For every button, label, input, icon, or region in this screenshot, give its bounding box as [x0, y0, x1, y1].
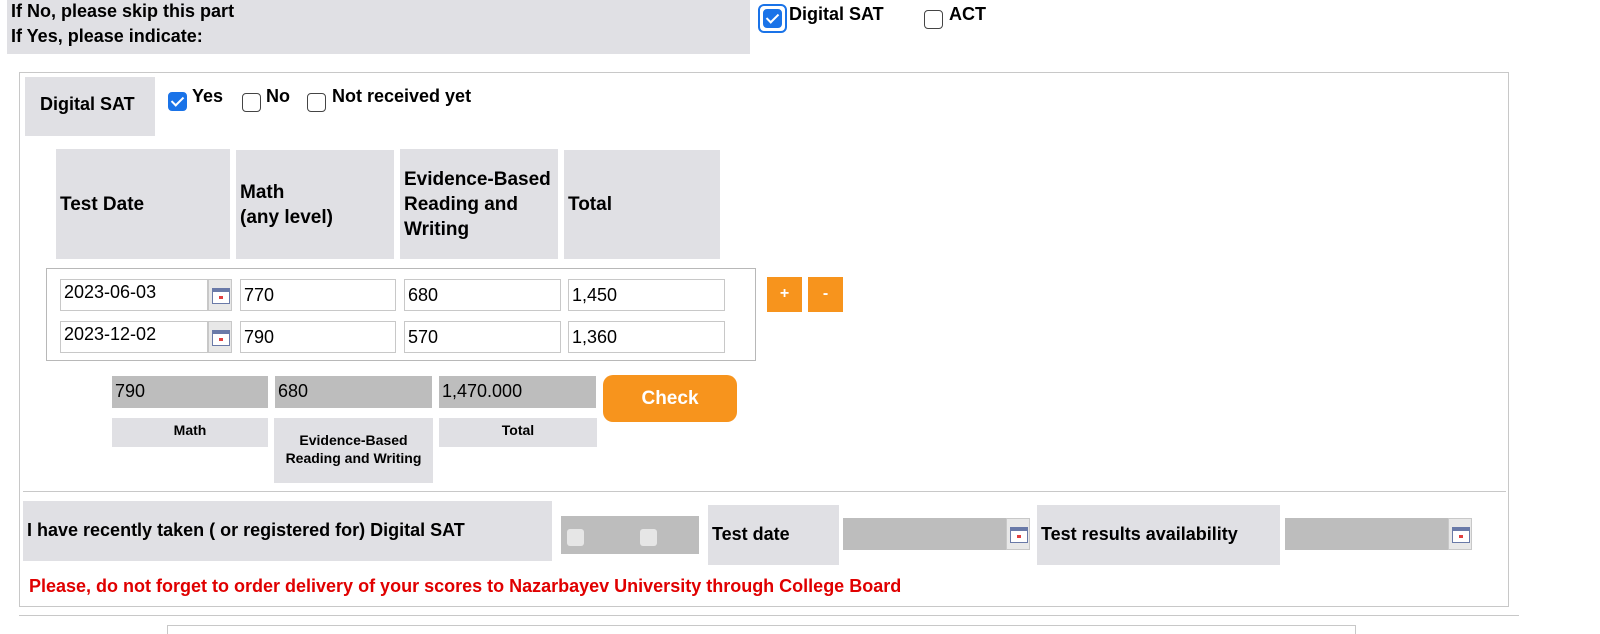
- test-date-label-box: Test date: [708, 505, 839, 565]
- row1-test-date-input[interactable]: 2023-06-03: [60, 279, 208, 311]
- test-type-act-label: ACT: [949, 4, 986, 24]
- received-not-yet-checkbox[interactable]: [307, 93, 326, 112]
- add-row-button[interactable]: +: [767, 277, 802, 312]
- recent-yes-checkbox[interactable]: [567, 529, 584, 546]
- received-yes-checkbox[interactable]: [168, 92, 187, 111]
- row1-calendar-icon[interactable]: [208, 279, 232, 311]
- col-header-ebrw: Evidence-Based Reading and Writing: [400, 149, 558, 259]
- test-type-digital-sat-label: Digital SAT: [789, 4, 884, 24]
- col-header-test-date-text: Test Date: [60, 193, 145, 215]
- availability-label-box: Test results availability: [1037, 505, 1280, 565]
- sat-section-label-box: Digital SAT: [25, 77, 155, 136]
- row2-math-input[interactable]: 790: [240, 321, 396, 353]
- row2-ebrw-input[interactable]: 570: [404, 321, 561, 353]
- col-header-test-date: Test Date: [56, 149, 230, 259]
- panel-divider: [23, 491, 1506, 492]
- test-type-act-checkbox[interactable]: [924, 10, 943, 29]
- recent-label: I have recently taken ( or registered fo…: [27, 520, 465, 540]
- test-date-label: Test date: [712, 524, 790, 544]
- test-type-digital-sat-checkbox[interactable]: [763, 9, 782, 28]
- availability-input[interactable]: [1285, 518, 1448, 550]
- row1-math-input[interactable]: 770: [240, 279, 396, 311]
- received-not-yet-label: Not received yet: [332, 86, 472, 106]
- superscore-math: 790: [112, 376, 268, 408]
- col-header-ebrw-text: Evidence-Based Reading and Writing: [404, 168, 551, 240]
- row2-total-input[interactable]: 1,360: [568, 321, 725, 353]
- col-header-total-text: Total: [568, 194, 612, 215]
- check-button[interactable]: Check: [603, 375, 737, 422]
- availability-label: Test results availability: [1041, 524, 1238, 544]
- recent-label-box: I have recently taken ( or registered fo…: [23, 501, 552, 561]
- test-date-calendar-icon[interactable]: [1006, 518, 1030, 550]
- row2-test-date-input[interactable]: 2023-12-02: [60, 321, 208, 353]
- col-header-total: Total: [564, 150, 720, 259]
- superscore-total: 1,470.000: [439, 376, 596, 408]
- remove-row-button[interactable]: -: [808, 277, 843, 312]
- bottom-divider: [19, 615, 1519, 616]
- test-date-input[interactable]: [843, 518, 1006, 550]
- row2-calendar-icon[interactable]: [208, 321, 232, 353]
- availability-calendar-icon[interactable]: [1448, 518, 1472, 550]
- superscore-ebrw-label: Evidence-Based Reading and Writing: [274, 418, 433, 483]
- recent-no-checkbox[interactable]: [640, 529, 657, 546]
- superscore-ebrw: 680: [275, 376, 432, 408]
- col-header-math-text: Math (any level): [240, 181, 333, 228]
- row1-ebrw-input[interactable]: 680: [404, 279, 561, 311]
- intro-line-1: If No, please skip this part: [11, 1, 235, 21]
- received-no-checkbox[interactable]: [242, 93, 261, 112]
- superscore-ebrw-label-text: Evidence-Based Reading and Writing: [285, 432, 422, 466]
- superscore-math-label: Math: [112, 418, 268, 447]
- recent-toggle-box: [561, 516, 699, 554]
- received-yes-label: Yes: [192, 86, 224, 106]
- col-header-math: Math (any level): [236, 150, 394, 259]
- received-no-label: No: [266, 86, 290, 106]
- score-delivery-reminder: Please, do not forget to order delivery …: [29, 576, 902, 596]
- superscore-total-label: Total: [439, 418, 597, 447]
- row1-total-input[interactable]: 1,450: [568, 279, 725, 311]
- intro-box: If No, please skip this part If Yes, ple…: [7, 0, 750, 54]
- intro-line-2: If Yes, please indicate:: [11, 26, 203, 46]
- sat-section-label: Digital SAT: [40, 94, 135, 114]
- warning-box-edge: [167, 625, 1356, 634]
